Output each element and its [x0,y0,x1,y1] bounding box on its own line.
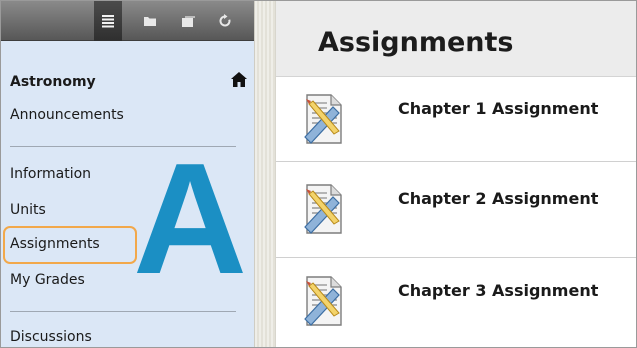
callout-letter: A [133,131,248,307]
item-separator [276,257,636,258]
item-separator [276,161,636,162]
content-item: Chapter 3 Assignment [276,259,636,343]
sidebar-item-units[interactable]: Units [10,202,46,218]
content-item: Chapter 2 Assignment [276,167,636,251]
assignment-icon [301,273,347,334]
course-menu: Astronomy Announcements Information Unit… [1,1,254,347]
refresh-icon [218,14,232,28]
menu-splitter[interactable] [254,1,276,347]
app-frame: Astronomy Announcements Information Unit… [0,0,637,348]
folder-icon [143,15,157,27]
home-icon[interactable] [231,72,247,92]
menu-divider [10,311,236,312]
content-area: Assignments Chapter 1 Assignment Chapter… [276,1,636,347]
assignment-icon [301,181,347,242]
list-view-button[interactable] [94,1,122,41]
sidebar-item-assignments[interactable]: Assignments [10,236,100,252]
content-item-title[interactable]: Chapter 3 Assignment [398,281,598,300]
sidebar-item-information[interactable]: Information [10,166,91,182]
sidebar-item-my-grades[interactable]: My Grades [10,272,85,288]
page-title: Assignments [318,27,514,58]
course-title[interactable]: Astronomy [10,74,96,90]
content-item-title[interactable]: Chapter 2 Assignment [398,189,598,208]
course-menu-toolbar [1,1,254,41]
list-icon [101,14,115,28]
window-icon [181,15,196,28]
sidebar-item-discussions[interactable]: Discussions [10,329,92,345]
folder-view-button[interactable] [136,1,164,41]
content-item: Chapter 1 Assignment [276,77,636,161]
assignment-icon [301,91,347,152]
content-header: Assignments [276,1,636,77]
content-item-title[interactable]: Chapter 1 Assignment [398,99,598,118]
refresh-button[interactable] [211,1,239,41]
new-window-button[interactable] [174,1,202,41]
sidebar-item-announcements[interactable]: Announcements [10,107,124,123]
